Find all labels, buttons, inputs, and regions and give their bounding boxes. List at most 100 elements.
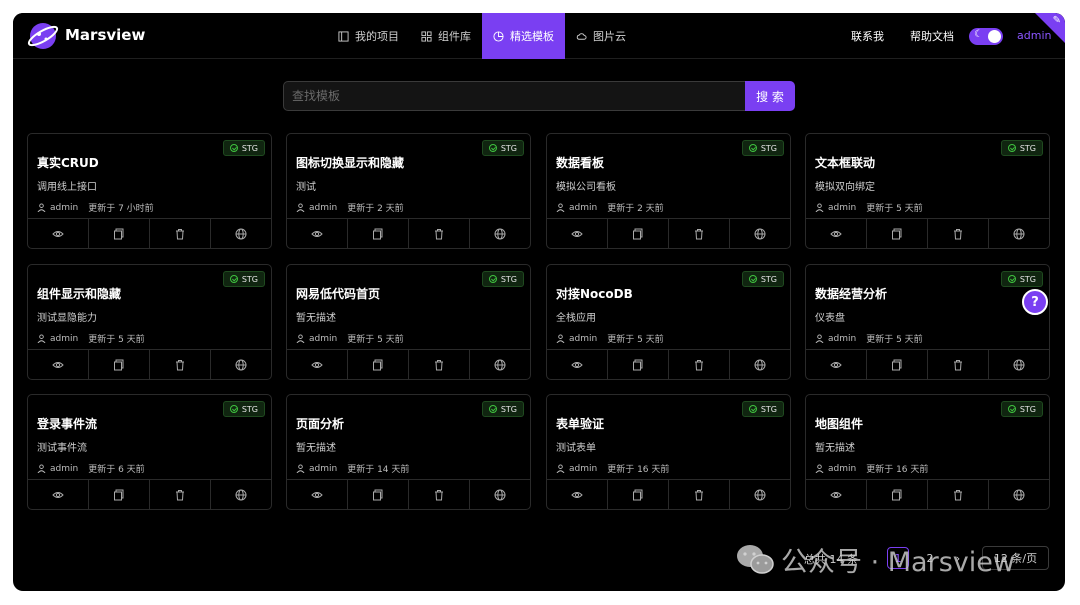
cloud-icon (576, 32, 587, 40)
nav-label: 组件库 (438, 30, 471, 43)
globe-button[interactable] (211, 350, 271, 379)
eye-button[interactable] (547, 480, 608, 509)
eye-button[interactable] (547, 219, 608, 248)
card-description: 暂无描述 (296, 443, 336, 454)
template-card[interactable]: STG 数据看板 模拟公司看板 admin 更新于 2 天前 (546, 133, 791, 249)
template-card[interactable]: STG 登录事件流 测试事件流 admin 更新于 6 天前 (27, 394, 272, 510)
trash-icon (693, 228, 705, 240)
card-title[interactable]: 表单验证 (556, 415, 604, 432)
trash-button[interactable] (928, 350, 989, 379)
search-button[interactable]: 搜 索 (745, 81, 795, 111)
card-title[interactable]: 网易低代码首页 (296, 285, 380, 302)
globe-button[interactable] (730, 219, 790, 248)
user-icon (815, 203, 824, 212)
trash-button[interactable] (409, 480, 470, 509)
card-title[interactable]: 文本框联动 (815, 154, 875, 171)
trash-icon (952, 359, 964, 371)
trash-button[interactable] (669, 219, 730, 248)
copy-button[interactable] (867, 219, 928, 248)
card-title[interactable]: 组件显示和隐藏 (37, 285, 121, 302)
copy-button[interactable] (867, 480, 928, 509)
trash-button[interactable] (409, 350, 470, 379)
check-circle-icon (748, 405, 757, 413)
globe-button[interactable] (470, 350, 530, 379)
globe-button[interactable] (211, 219, 271, 248)
trash-button[interactable] (928, 219, 989, 248)
contact-link[interactable]: 联系我 (851, 28, 884, 44)
card-description: 测试表单 (556, 443, 596, 454)
trash-button[interactable] (409, 219, 470, 248)
globe-button[interactable] (211, 480, 271, 509)
template-card[interactable]: STG 页面分析 暂无描述 admin 更新于 14 天前 (286, 394, 531, 510)
eye-button[interactable] (806, 480, 867, 509)
trash-button[interactable] (669, 480, 730, 509)
template-card[interactable]: STG 数据经营分析 仪表盘 admin 更新于 5 天前 (805, 264, 1050, 380)
card-title[interactable]: 图标切换显示和隐藏 (296, 154, 404, 171)
copy-button[interactable] (608, 480, 669, 509)
copy-button[interactable] (89, 480, 150, 509)
card-title[interactable]: 地图组件 (815, 415, 863, 432)
template-card[interactable]: STG 表单验证 测试表单 admin 更新于 16 天前 (546, 394, 791, 510)
help-bubble-icon[interactable]: ? (1022, 289, 1048, 315)
template-card[interactable]: STG 地图组件 暂无描述 admin 更新于 16 天前 (805, 394, 1050, 510)
copy-button[interactable] (608, 350, 669, 379)
eye-button[interactable] (287, 350, 348, 379)
globe-button[interactable] (989, 480, 1049, 509)
card-updated: 更新于 7 小时前 (88, 204, 154, 214)
globe-button[interactable] (730, 480, 790, 509)
nav-component-library[interactable]: 组件库 (410, 13, 482, 59)
copy-button[interactable] (89, 219, 150, 248)
eye-button[interactable] (547, 350, 608, 379)
card-title[interactable]: 数据经营分析 (815, 285, 887, 302)
nav-my-projects[interactable]: 我的项目 (327, 13, 410, 59)
trash-button[interactable] (150, 350, 211, 379)
eye-button[interactable] (28, 350, 89, 379)
copy-button[interactable] (348, 480, 409, 509)
trash-button[interactable] (150, 480, 211, 509)
trash-icon (174, 489, 186, 501)
card-title[interactable]: 登录事件流 (37, 415, 97, 432)
eye-button[interactable] (28, 219, 89, 248)
help-docs-link[interactable]: 帮助文档 (910, 28, 954, 44)
trash-button[interactable] (150, 219, 211, 248)
template-card[interactable]: STG 真实CRUD 调用线上接口 admin 更新于 7 小时前 (27, 133, 272, 249)
nav-featured-templates[interactable]: 精选模板 (482, 13, 565, 59)
marsview-logo-icon[interactable] (27, 20, 59, 52)
copy-button[interactable] (348, 350, 409, 379)
eye-button[interactable] (287, 480, 348, 509)
template-card[interactable]: STG 图标切换显示和隐藏 测试 admin 更新于 2 天前 (286, 133, 531, 249)
app-name[interactable]: Marsview (65, 26, 145, 44)
nav-image-cloud[interactable]: 图片云 (565, 13, 637, 59)
card-description: 测试 (296, 182, 316, 193)
copy-button[interactable] (89, 350, 150, 379)
card-title[interactable]: 对接NocoDB (556, 285, 633, 302)
globe-button[interactable] (470, 219, 530, 248)
trash-button[interactable] (928, 480, 989, 509)
globe-button[interactable] (989, 219, 1049, 248)
eye-button[interactable] (287, 219, 348, 248)
theme-toggle[interactable]: ☾ (969, 28, 1003, 45)
globe-button[interactable] (730, 350, 790, 379)
card-meta: admin 更新于 16 天前 (556, 462, 669, 475)
globe-icon (494, 228, 506, 240)
card-actions (28, 218, 271, 248)
template-card[interactable]: STG 组件显示和隐藏 测试显隐能力 admin 更新于 5 天前 (27, 264, 272, 380)
nav-label: 我的项目 (355, 30, 399, 43)
eye-button[interactable] (28, 480, 89, 509)
card-title[interactable]: 数据看板 (556, 154, 604, 171)
copy-button[interactable] (608, 219, 669, 248)
template-card[interactable]: STG 对接NocoDB 全栈应用 admin 更新于 5 天前 (546, 264, 791, 380)
trash-button[interactable] (669, 350, 730, 379)
globe-button[interactable] (470, 480, 530, 509)
search-input[interactable] (283, 81, 745, 111)
card-title[interactable]: 真实CRUD (37, 154, 99, 171)
copy-button[interactable] (348, 219, 409, 248)
card-title[interactable]: 页面分析 (296, 415, 344, 432)
template-card[interactable]: STG 网易低代码首页 暂无描述 admin 更新于 5 天前 (286, 264, 531, 380)
eye-button[interactable] (806, 219, 867, 248)
pin-icon[interactable]: ✎ (1053, 15, 1061, 26)
template-card[interactable]: STG 文本框联动 模拟双向绑定 admin 更新于 5 天前 (805, 133, 1050, 249)
globe-button[interactable] (989, 350, 1049, 379)
eye-button[interactable] (806, 350, 867, 379)
copy-button[interactable] (867, 350, 928, 379)
